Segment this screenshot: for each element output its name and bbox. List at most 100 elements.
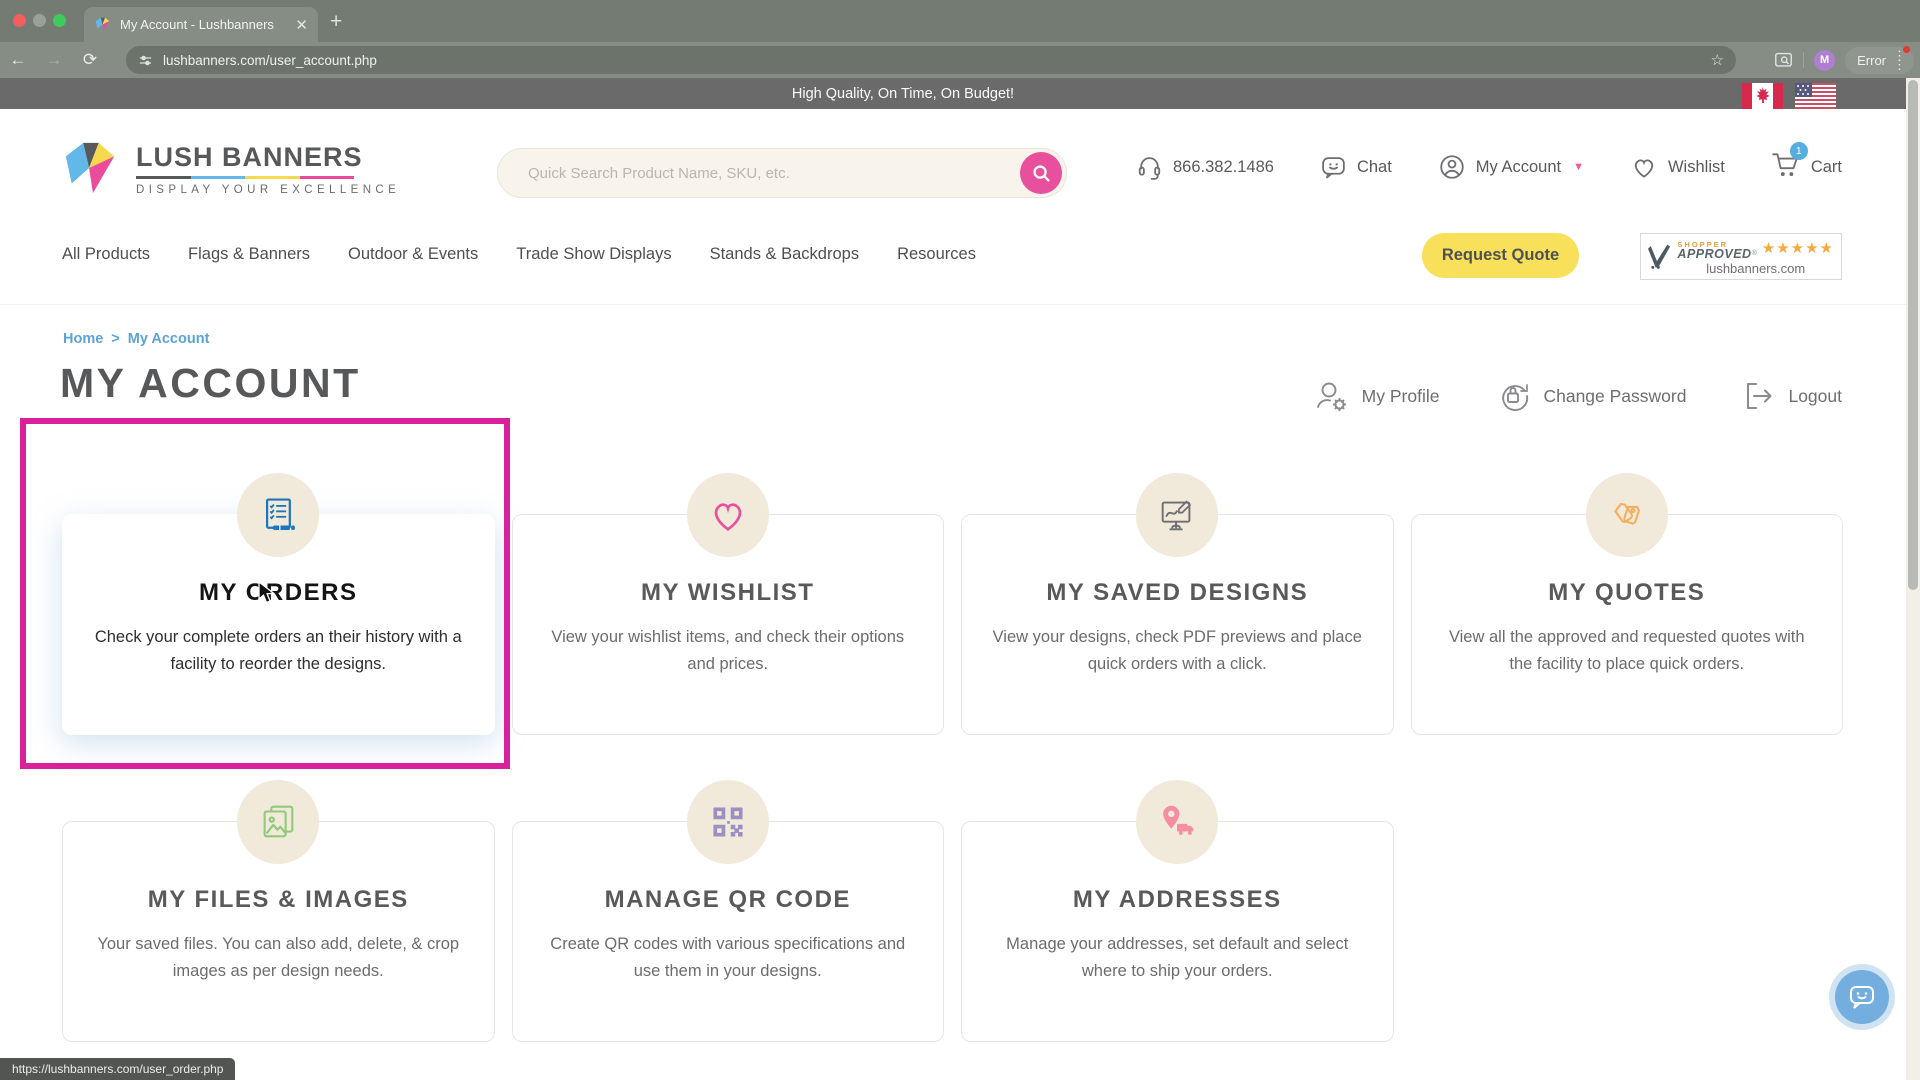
logo-tagline: DISPLAY YOUR EXCELLENCE: [136, 184, 400, 196]
window-minimize-button[interactable]: [33, 14, 46, 27]
card-title: MY QUOTES: [1440, 579, 1815, 607]
request-quote-button[interactable]: Request Quote: [1422, 233, 1579, 278]
logo-color-bar: [136, 176, 354, 179]
search-button[interactable]: [1020, 152, 1062, 194]
card-my-quotes[interactable]: MY QUOTES View all the approved and requ…: [1411, 514, 1844, 735]
shopper-approved-logo-icon: [1648, 239, 1671, 275]
headset-icon: [1136, 154, 1163, 181]
search-input[interactable]: [528, 165, 1020, 182]
sa-approved-text: APPROVED: [1677, 247, 1751, 261]
browser-tab[interactable]: My Account - Lushbanners ✕: [84, 7, 318, 42]
account-cards-grid: MY ORDERS Check your complete orders an …: [62, 514, 1843, 1042]
chat-link[interactable]: Chat: [1320, 154, 1392, 181]
card-description: Manage your addresses, set default and s…: [990, 931, 1365, 985]
card-description: View your wishlist items, and check thei…: [541, 624, 916, 678]
card-description: Check your complete orders an their hist…: [91, 624, 466, 678]
wishlist-heart-icon: [1630, 153, 1658, 181]
tab-title: My Account - Lushbanners: [120, 17, 286, 32]
nav-all-products[interactable]: All Products: [62, 245, 150, 264]
card-my-files-images[interactable]: MY FILES & IMAGES Your saved files. You …: [62, 821, 495, 1042]
logout-label: Logout: [1788, 386, 1842, 407]
chevron-down-icon: ▼: [1573, 161, 1584, 173]
browser-toolbar: ← → ⟳ lushbanners.com/user_account.php ☆…: [0, 42, 1920, 78]
logo-name: LUSH BANNERS: [136, 142, 400, 173]
nav-trade-show-displays[interactable]: Trade Show Displays: [516, 245, 671, 264]
breadcrumb-current: My Account: [128, 331, 210, 347]
sa-star-rating: ★★★★★: [1762, 239, 1834, 257]
tab-close-icon[interactable]: ✕: [295, 16, 308, 34]
page-scrollbar[interactable]: [1906, 78, 1920, 1080]
cart-link[interactable]: 1 Cart: [1771, 151, 1842, 184]
card-description: Your saved files. You can also add, dele…: [91, 931, 466, 985]
wishlist-link[interactable]: Wishlist: [1630, 153, 1725, 181]
chat-smiley-icon: [1847, 982, 1877, 1012]
phone-number: 866.382.1486: [1173, 158, 1274, 177]
nav-flags-banners[interactable]: Flags & Banners: [188, 245, 310, 264]
address-bar[interactable]: lushbanners.com/user_account.php ☆: [126, 46, 1736, 74]
logout-link[interactable]: Logout: [1742, 380, 1842, 412]
change-password-link[interactable]: Change Password: [1495, 378, 1686, 414]
card-title: MY WISHLIST: [541, 579, 916, 607]
nav-outdoor-events[interactable]: Outdoor & Events: [348, 245, 478, 264]
search-bar: [497, 148, 1067, 198]
card-title: MANAGE QR CODE: [541, 886, 916, 914]
sa-site-text: lushbanners.com: [1677, 261, 1834, 276]
lock-refresh-icon: [1495, 378, 1531, 414]
phone-link[interactable]: 866.382.1486: [1136, 154, 1274, 181]
monitor-pen-icon: [1136, 473, 1218, 557]
wishlist-label: Wishlist: [1668, 158, 1725, 177]
logout-icon: [1742, 380, 1776, 412]
breadcrumb: Home > My Account: [63, 331, 209, 347]
forward-button[interactable]: →: [36, 50, 72, 70]
card-title: MY FILES & IMAGES: [91, 886, 466, 914]
my-profile-link[interactable]: My Profile: [1314, 379, 1440, 413]
chat-label: Chat: [1357, 158, 1392, 177]
images-icon: [237, 780, 319, 864]
search-icon: [1032, 164, 1051, 183]
kebab-menu-icon[interactable]: ⋮⋮: [1893, 51, 1906, 69]
shopper-approved-badge[interactable]: SHOPPER APPROVED® ★★★★★ lushbanners.com: [1640, 233, 1842, 280]
window-close-button[interactable]: [13, 14, 26, 27]
favicon-lushbanners: [94, 16, 111, 33]
card-description: View your designs, check PDF previews an…: [990, 624, 1365, 678]
back-button[interactable]: ←: [0, 50, 36, 70]
canada-flag-icon[interactable]: [1742, 83, 1783, 109]
mouse-cursor: [258, 581, 280, 605]
bookmark-star-icon[interactable]: ☆: [1711, 51, 1724, 69]
usa-flag-icon[interactable]: [1795, 83, 1836, 109]
card-title: MY ADDRESSES: [990, 886, 1365, 914]
breadcrumb-home[interactable]: Home: [63, 331, 103, 347]
promo-banner: High Quality, On Time, On Budget!: [0, 78, 1920, 109]
site-logo[interactable]: LUSH BANNERS DISPLAY YOUR EXCELLENCE: [62, 139, 400, 199]
tags-icon: [1586, 473, 1668, 557]
sa-registered-mark: ®: [1752, 250, 1757, 257]
reload-button[interactable]: ⟳: [72, 50, 108, 70]
card-my-wishlist[interactable]: MY WISHLIST View your wishlist items, an…: [512, 514, 945, 735]
nav-stands-backdrops[interactable]: Stands & Backdrops: [710, 245, 860, 264]
status-bar-url: https://lushbanners.com/user_order.php: [0, 1058, 235, 1080]
card-my-addresses[interactable]: MY ADDRESSES Manage your addresses, set …: [961, 821, 1394, 1042]
chat-bubble-icon: [1320, 154, 1347, 181]
toolbar-divider: [1803, 52, 1804, 68]
site-settings-icon[interactable]: [138, 53, 153, 68]
url-text[interactable]: lushbanners.com/user_account.php: [163, 53, 1701, 68]
nav-resources[interactable]: Resources: [897, 245, 976, 264]
window-zoom-button[interactable]: [53, 14, 66, 27]
live-chat-button[interactable]: [1829, 964, 1895, 1030]
card-manage-qr-code[interactable]: MANAGE QR CODE Create QR codes with vari…: [512, 821, 945, 1042]
cart-label: Cart: [1811, 158, 1842, 177]
profile-gear-icon: [1314, 379, 1350, 413]
profile-avatar[interactable]: M: [1814, 50, 1835, 71]
new-tab-button[interactable]: +: [330, 10, 342, 34]
card-description: Create QR codes with various specificati…: [541, 931, 916, 985]
my-account-menu[interactable]: My Account ▼: [1438, 153, 1584, 181]
main-nav: All Products Flags & Banners Outdoor & E…: [0, 225, 1920, 305]
scrollbar-thumb[interactable]: [1908, 80, 1918, 590]
card-my-orders[interactable]: MY ORDERS Check your complete orders an …: [62, 514, 495, 735]
card-my-saved-designs[interactable]: MY SAVED DESIGNS View your designs, chec…: [961, 514, 1394, 735]
change-password-label: Change Password: [1543, 386, 1686, 407]
tab-search-icon[interactable]: [1774, 52, 1793, 69]
lushbanners-logo-mark: [62, 139, 120, 199]
breadcrumb-separator-icon: >: [111, 331, 119, 347]
browser-tabstrip: My Account - Lushbanners ✕ +: [0, 0, 1920, 42]
